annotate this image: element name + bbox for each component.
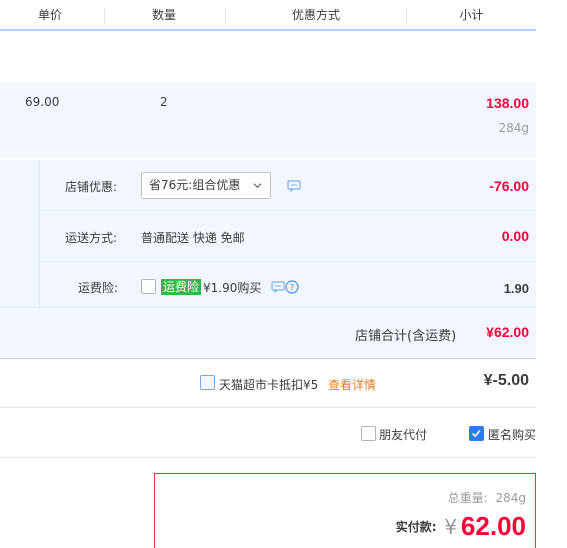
shop-promo-label: 店铺优惠: <box>65 180 118 194</box>
tmall-card-checkbox[interactable] <box>200 375 215 390</box>
insurance-checkbox[interactable] <box>141 279 156 294</box>
chat-icon[interactable] <box>271 281 285 293</box>
payment-summary-box: 总重量: 284g 实付款: ¥ 62.00 <box>154 473 536 548</box>
divider <box>40 261 536 262</box>
tmall-card-amount: ¥-5.00 <box>483 372 529 389</box>
checkmark-icon <box>472 429 481 438</box>
tmall-card-details-link[interactable]: 查看详情 <box>328 376 376 393</box>
total-weight: 总重量: 284g <box>448 489 526 506</box>
friend-pay-checkbox[interactable] <box>361 426 376 441</box>
shop-total-amount: ¥62.00 <box>486 324 529 340</box>
chat-icon[interactable] <box>287 180 301 192</box>
actual-payment-label: 实付款: <box>395 520 437 534</box>
shipping-amount: 0.00 <box>501 228 529 244</box>
item-unit-price: 69.00 <box>25 95 60 109</box>
currency-symbol: ¥ <box>444 514 458 539</box>
chevron-down-icon <box>253 183 262 189</box>
header-unit-price: 单价 <box>37 8 62 22</box>
cart-table-header: 单价 数量 优惠方式 小计 <box>0 0 536 31</box>
actual-payment: 实付款: ¥ 62.00 <box>396 511 526 541</box>
question-icon[interactable]: ? <box>285 280 299 294</box>
insurance-label: 运费险: <box>78 281 119 295</box>
anonymous-label: 匿名购买 <box>488 428 537 442</box>
order-options-left-column <box>0 160 40 307</box>
insurance-amount: 1.90 <box>503 281 529 296</box>
shop-total-label: 店铺合计(含运费) <box>355 329 457 344</box>
shop-total-bar: 店铺合计(含运费) ¥62.00 <box>0 307 536 359</box>
insurance-tag: 运费险 <box>161 279 202 295</box>
actual-payment-amount: 62.00 <box>460 511 526 541</box>
item-subtotal: 138.00 <box>486 95 529 111</box>
total-weight-label: 总重量: <box>447 491 488 505</box>
item-row: 69.00 2 138.00 284g <box>0 82 536 158</box>
divider <box>40 210 536 211</box>
shipping-label: 运送方式: <box>65 231 118 245</box>
divider <box>0 457 536 458</box>
header-promo: 优惠方式 <box>291 8 340 22</box>
shop-promo-selected: 省76元:组合优惠 <box>149 178 241 192</box>
tmall-card-label: 天猫超市卡抵扣¥5 <box>219 378 319 392</box>
item-quantity: 2 <box>160 95 168 109</box>
shop-promo-select[interactable]: 省76元:组合优惠 <box>141 172 271 199</box>
friend-pay-label: 朋友代付 <box>379 428 428 442</box>
divider <box>0 407 536 408</box>
anonymous-checkbox[interactable] <box>469 426 484 441</box>
svg-text:?: ? <box>290 284 295 294</box>
total-weight-value: 284g <box>495 491 526 505</box>
header-subtotal: 小计 <box>459 8 484 22</box>
header-quantity: 数量 <box>151 8 176 22</box>
shop-promo-amount: -76.00 <box>489 178 529 194</box>
shipping-method: 普通配送 快递 免邮 <box>141 231 245 245</box>
item-weight: 284g <box>498 121 529 135</box>
insurance-price: ¥1.90购买 <box>203 281 262 295</box>
